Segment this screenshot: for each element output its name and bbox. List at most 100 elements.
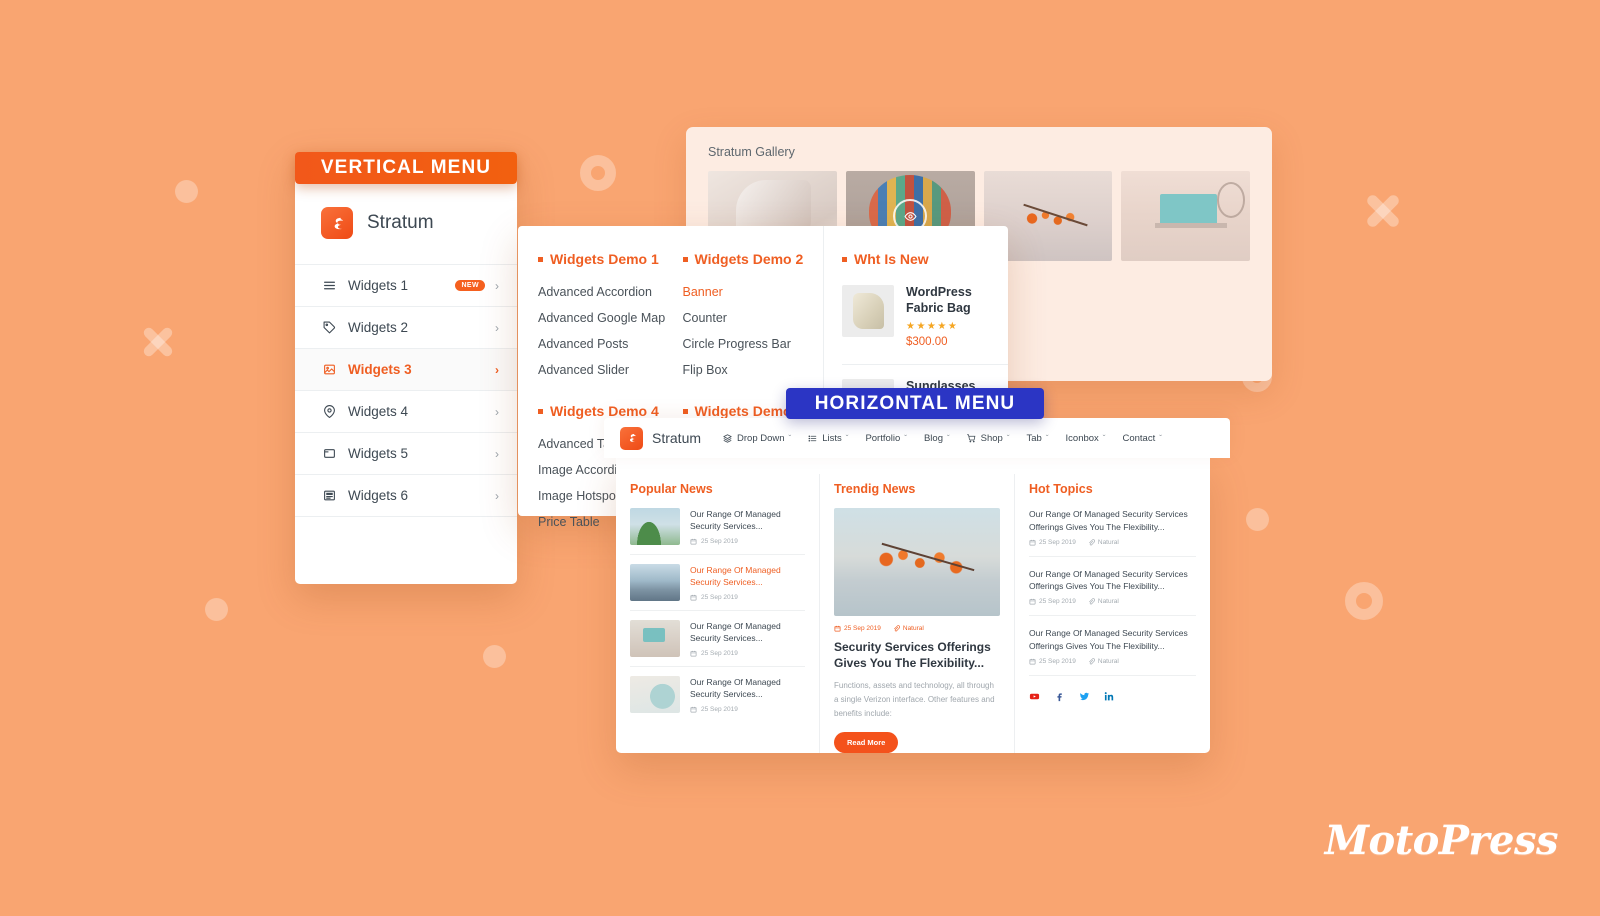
mega-link[interactable]: Banner (683, 285, 824, 299)
list-item-date: 25 Sep 2019 (701, 649, 738, 657)
nav-item-tab[interactable]: Tab ˇ (1027, 433, 1049, 444)
sidebar-item-widgets-5[interactable]: Widgets 5 › (295, 433, 517, 475)
mega-link[interactable]: Circle Progress Bar (683, 337, 824, 351)
twitter-icon[interactable] (1079, 689, 1090, 707)
sidebar-item-label: Widgets 6 (348, 488, 409, 503)
horizontal-menu-header: Stratum Drop Down ˇ Lists ˇ Portfolio ˇ … (604, 418, 1230, 458)
nav-item-label: Blog (923, 432, 943, 444)
deco-ring-1 (580, 155, 616, 191)
stratum-logo-icon (620, 426, 643, 450)
sidebar-item-widgets-4[interactable]: Widgets 4 › (295, 391, 517, 433)
popular-news-column: Popular News Our Range Of Managed Securi… (616, 474, 819, 753)
trending-meta: 25 Sep 2019 Natural (834, 625, 1000, 632)
list-item-body: Our Range Of Managed Security Services..… (690, 676, 805, 713)
mega-link[interactable]: Advanced Accordion (538, 285, 679, 299)
chevron-down-icon: ˇ (904, 433, 907, 443)
deco-ring-2 (1345, 582, 1383, 620)
deco-x-1 (1360, 188, 1406, 234)
bullet-square-icon (538, 408, 543, 414)
list-item[interactable]: Our Range Of Managed Security Services O… (1029, 568, 1196, 616)
thumb-ice-rocks (630, 676, 680, 713)
popular-news-title: Popular News (630, 482, 713, 496)
mega-group-title-label: Widgets Demo 4 (550, 403, 659, 419)
nav-item-iconbox[interactable]: Iconbox ˇ (1066, 433, 1106, 444)
social-links (1029, 687, 1196, 707)
status-badge: NEW (455, 280, 485, 291)
product-item-wordpress-fabric-bag[interactable]: WordPress Fabric Bag ★★★★★ $300.00 (842, 285, 1008, 366)
bullet-square-icon (682, 256, 688, 262)
chevron-right-icon: › (495, 320, 499, 335)
list-item[interactable]: Our Range Of Managed Security Services O… (1029, 627, 1196, 676)
nav-item-label: Tab (1026, 432, 1042, 444)
trending-headline[interactable]: Security Services Offerings Gives You Th… (834, 639, 1000, 671)
horizontal-menu-brand[interactable]: Stratum (620, 426, 702, 450)
list-item-date: 25 Sep 2019 (1039, 598, 1076, 605)
list-item[interactable]: Our Range Of Managed Security Services..… (630, 620, 805, 667)
mega-group-title: Widgets Demo 4 (538, 403, 679, 419)
horizontal-menu-nav: Drop Down ˇ Lists ˇ Portfolio ˇ Blog ˇ S… (723, 433, 1162, 444)
image-orange-branch-mountain[interactable] (834, 508, 1000, 616)
mega-link[interactable]: Advanced Google Map (538, 311, 679, 325)
product-price: $300.00 (906, 336, 948, 349)
mega-link[interactable]: Advanced Slider (538, 363, 679, 377)
nav-item-contact[interactable]: Contact ˇ (1122, 433, 1161, 444)
vertical-menu-list: Widgets 1 NEW › Widgets 2 › Widgets 3 › … (295, 264, 517, 517)
nav-item-blog[interactable]: Blog ˇ (924, 433, 950, 444)
facebook-icon[interactable] (1054, 689, 1065, 707)
sidebar-item-widgets-1[interactable]: Widgets 1 NEW › (295, 265, 517, 307)
list-item[interactable]: Our Range Of Managed Security Services..… (630, 508, 805, 555)
vertical-menu-tag: VERTICAL MENU (295, 152, 517, 184)
nav-item-label: Iconbox (1065, 432, 1099, 444)
list-item-date: 25 Sep 2019 (701, 705, 738, 713)
list-item-body: Our Range Of Managed Security Services..… (690, 620, 805, 657)
list-item-text: Our Range Of Managed Security Services O… (1029, 568, 1188, 592)
list-item-text: Our Range Of Managed Security Services..… (690, 565, 781, 588)
list-item-text: Our Range Of Managed Security Services O… (1029, 628, 1188, 651)
nav-item-portfolio[interactable]: Portfolio ˇ (865, 433, 907, 444)
sidebar-item-widgets-2[interactable]: Widgets 2 › (295, 307, 517, 349)
chevron-down-icon: ˇ (1159, 433, 1162, 443)
list-item[interactable]: Our Range Of Managed Security Services O… (1029, 508, 1196, 557)
horizontal-menu-tag: HORIZONTAL MENU (786, 388, 1044, 419)
trending-news-title: Trendig News (834, 482, 916, 496)
tag-icon (321, 320, 337, 336)
gallery-tile-lifeguard-tower[interactable] (1121, 171, 1250, 261)
hot-topics-title: Hot Topics (1029, 482, 1093, 496)
list-item[interactable]: Our Range Of Managed Security Services..… (630, 676, 805, 722)
mega-link[interactable]: Advanced Posts (538, 337, 679, 351)
vertical-menu-card: Stratum Widgets 1 NEW › Widgets 2 › Widg… (295, 152, 517, 584)
product-thumbnail (842, 285, 894, 337)
mega-group-title-label: Widgets Demo 1 (550, 251, 659, 267)
list-item[interactable]: Our Range Of Managed Security Services..… (630, 564, 805, 611)
nav-item-shop[interactable]: Shop ˇ (966, 432, 1010, 444)
sidebar-item-widgets-6[interactable]: Widgets 6 › (295, 475, 517, 517)
nav-item-drop-down[interactable]: Drop Down ˇ (723, 433, 791, 444)
chevron-down-icon: ˇ (1045, 433, 1049, 443)
linkedin-icon[interactable] (1104, 689, 1115, 707)
sidebar-item-widgets-3[interactable]: Widgets 3 › (295, 349, 517, 391)
list-item-text: Our Range Of Managed Security Services..… (690, 621, 781, 644)
meta-date: 25 Sep 2019 (1029, 539, 1076, 546)
hot-topics-column: Hot Topics Our Range Of Managed Security… (1015, 474, 1210, 753)
chevron-right-icon: › (495, 446, 499, 461)
nav-item-label: Shop (980, 432, 1003, 444)
mega-group-widgets-demo-2: Widgets Demo 2 Banner Counter Circle Pro… (682, 251, 824, 389)
meta-tag: Natural (1088, 598, 1119, 605)
deco-dot-4 (1246, 508, 1269, 531)
sidebar-item-label: Widgets 5 (348, 446, 409, 461)
image-icon (321, 362, 337, 378)
deco-dot-1 (175, 180, 198, 203)
read-more-button[interactable]: Read More (834, 732, 899, 754)
mega-link[interactable]: Flip Box (683, 363, 824, 377)
trending-tag: Natural (902, 625, 924, 632)
youtube-icon[interactable] (1029, 689, 1040, 707)
chevron-down-icon: ˇ (946, 433, 950, 443)
bullet-square-icon (538, 256, 543, 262)
nav-item-lists[interactable]: Lists ˇ (808, 433, 848, 444)
horizontal-menu-brand-name: Stratum (652, 430, 702, 446)
gallery-title: Stratum Gallery (708, 145, 795, 159)
nav-item-label: Drop Down (737, 432, 785, 444)
nav-item-label: Portfolio (865, 432, 901, 444)
list-item-meta: 25 Sep 2019 (690, 706, 805, 713)
mega-link[interactable]: Counter (683, 311, 824, 325)
